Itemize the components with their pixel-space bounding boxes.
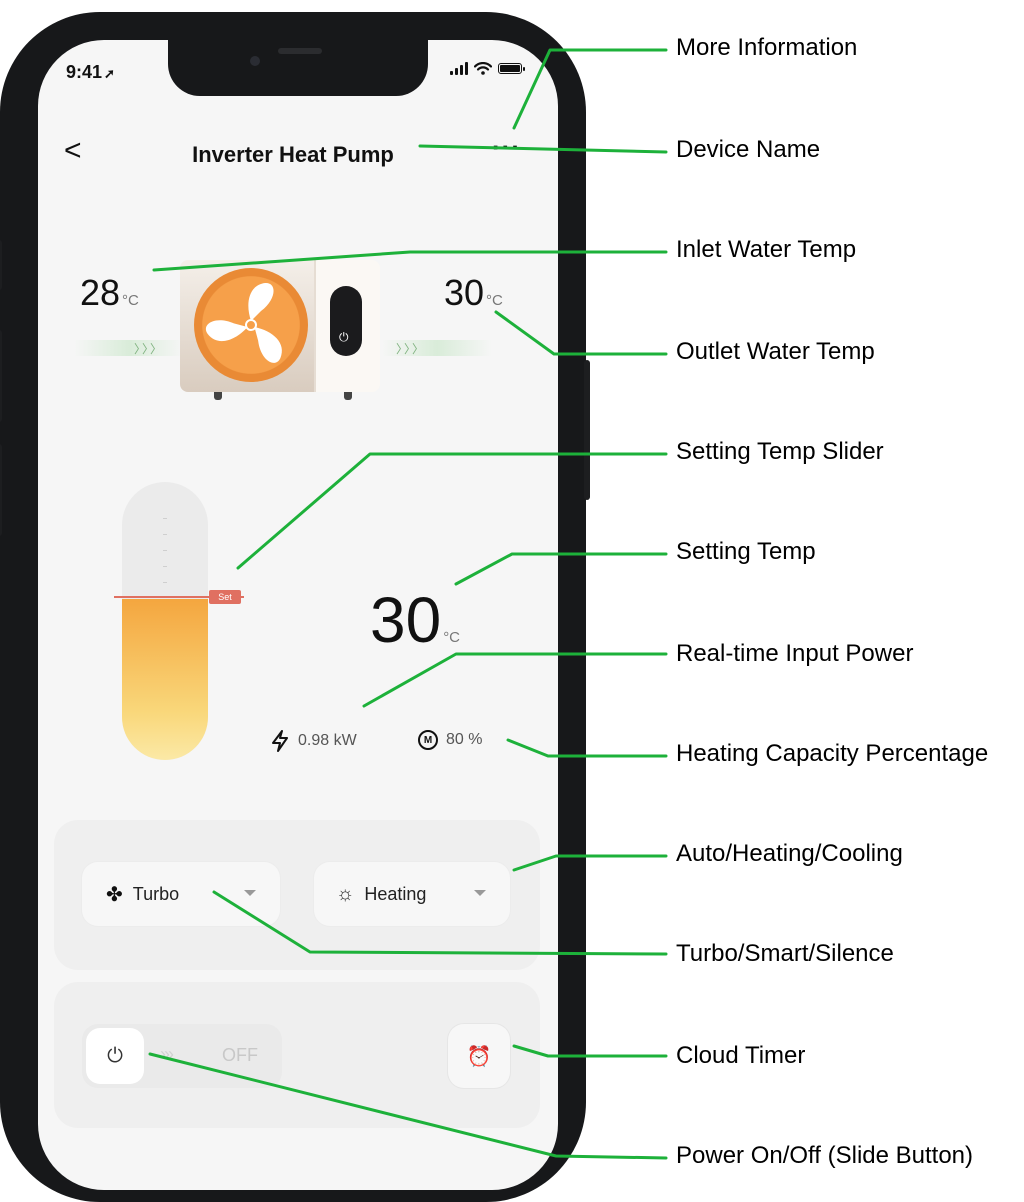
callout-cloud-timer: Cloud Timer: [676, 1042, 806, 1069]
callout-realtime-input-power: Real-time Input Power: [676, 640, 914, 667]
callout-more-information: More Information: [676, 34, 858, 61]
callout-line-fan-mode: [212, 890, 668, 956]
callout-line-outlet: [494, 310, 668, 356]
callout-work-mode: Auto/Heating/Cooling: [676, 840, 903, 867]
callout-setting-temp-slider: Setting Temp Slider: [676, 438, 884, 465]
callout-line-power: [362, 652, 668, 708]
callout-line-mode: [512, 854, 668, 872]
callout-line-setting-temp: [454, 552, 668, 586]
callout-heating-capacity: Heating Capacity Percentage: [676, 740, 989, 767]
callout-setting-temp: Setting Temp: [676, 538, 816, 565]
callout-power-switch: Power On/Off (Slide Button): [676, 1142, 974, 1169]
callout-device-name: Device Name: [676, 136, 821, 163]
callout-inlet-water-temp: Inlet Water Temp: [676, 236, 857, 263]
callout-line-inlet: [152, 250, 668, 272]
callout-line-timer: [512, 1044, 668, 1058]
callout-line-more: [512, 48, 668, 130]
callout-line-slider: [236, 452, 668, 570]
callout-line-power-switch: [148, 1052, 668, 1160]
callout-fan-mode: Turbo/Smart/Silence: [676, 940, 894, 967]
callout-lines: [148, 48, 668, 1160]
callout-line-capacity: [506, 738, 668, 758]
callout-outlet-water-temp: Outlet Water Temp: [676, 338, 875, 365]
callout-line-device-name: [418, 144, 668, 154]
